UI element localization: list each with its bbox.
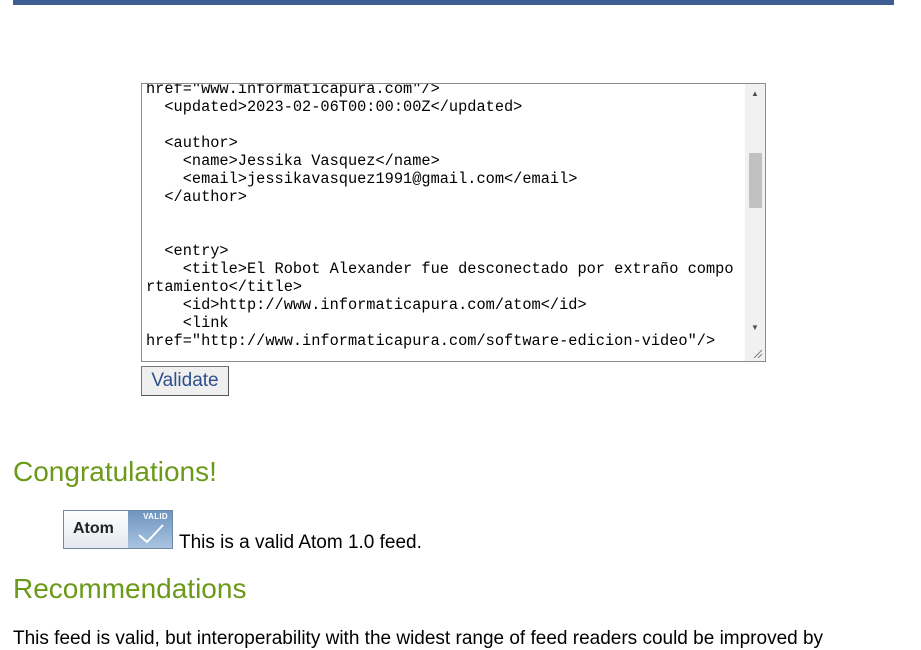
feed-source-textarea[interactable]: href="www.informaticapura.com"/> <update… xyxy=(141,83,766,362)
recommendations-text: This feed is valid, but interoperability… xyxy=(13,628,824,649)
textarea-scrollbar[interactable]: ▲ ▼ xyxy=(745,84,765,361)
scroll-thumb[interactable] xyxy=(749,153,762,208)
valid-atom-badge: Atom VALID xyxy=(63,510,173,549)
checkmark-icon xyxy=(138,524,164,544)
congratulations-heading: Congratulations! xyxy=(13,456,217,487)
badge-valid-tag: VALID xyxy=(143,512,168,521)
badge-valid-panel: VALID xyxy=(128,511,172,548)
resize-grip-icon[interactable] xyxy=(745,341,765,361)
scroll-up-arrow-icon[interactable]: ▲ xyxy=(745,86,765,102)
validate-button[interactable]: Validate xyxy=(141,366,229,396)
recommendations-heading: Recommendations xyxy=(13,573,247,604)
top-accent-bar xyxy=(13,0,894,5)
scroll-down-arrow-icon[interactable]: ▼ xyxy=(745,320,765,336)
valid-feed-message: This is a valid Atom 1.0 feed. xyxy=(179,532,422,553)
badge-atom-label: Atom xyxy=(73,520,114,537)
feed-source-text[interactable]: href="www.informaticapura.com"/> <update… xyxy=(146,84,742,350)
